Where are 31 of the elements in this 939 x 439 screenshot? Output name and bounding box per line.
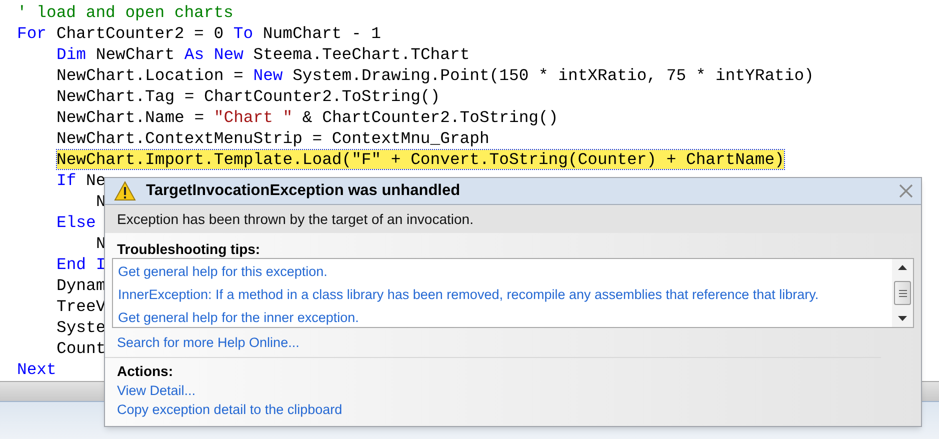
action-link[interactable]: View Detail... — [117, 381, 921, 400]
code-line: Dim NewChart As New Steema.TeeChart.TChart — [56, 45, 470, 64]
code-line: TreeV — [56, 297, 106, 316]
tip-link[interactable]: Get general help for this exception. — [118, 260, 892, 283]
close-button[interactable] — [897, 182, 915, 200]
scroll-up-icon[interactable] — [898, 265, 907, 270]
tip-link[interactable]: InnerException: If a method in a class library has been removed, recompile any assemblies that reference that library. — [118, 283, 892, 306]
help-online-link[interactable]: Search for more Help Online... — [117, 335, 300, 350]
code-line: If Ne — [56, 171, 106, 190]
code-line: NewChart.Location = New System.Drawing.Point(150 * intXRatio, 75 * intYRatio) — [56, 66, 814, 85]
exception-message: Exception has been thrown by the target of an invocation. — [117, 210, 474, 229]
action-link[interactable]: Copy exception detail to the clipboard — [117, 400, 921, 419]
code-line: Else — [56, 213, 96, 232]
section-heading: Troubleshooting tips: — [117, 241, 260, 257]
code-line: Dynam — [56, 276, 106, 295]
scrollbar-thumb[interactable] — [894, 281, 911, 305]
code-line: Syste — [56, 318, 106, 337]
scroll-down-icon[interactable] — [898, 316, 907, 321]
code-line: NewChart.Name = "Chart " & ChartCounter2.ToString() — [56, 108, 558, 127]
section-heading: Actions: — [117, 362, 174, 381]
code-line: NewChart.ContextMenuStrip = ContextMnu_Graph — [56, 129, 490, 148]
code-line: NewChart.Tag = ChartCounter2.ToString() — [56, 87, 440, 106]
tip-link[interactable]: Get general help for the inner exception. — [118, 306, 892, 329]
code-line: For ChartCounter2 = 0 To NumChart - 1 — [17, 24, 381, 43]
scrollbar[interactable] — [892, 259, 913, 327]
warning-icon — [114, 181, 136, 201]
code-line: Count — [56, 339, 106, 358]
code-line: ' load and open charts — [17, 3, 234, 22]
code-line: Next — [17, 360, 56, 379]
dialog-title: TargetInvocationException was unhandled — [146, 181, 460, 202]
code-line: End I — [56, 255, 106, 274]
